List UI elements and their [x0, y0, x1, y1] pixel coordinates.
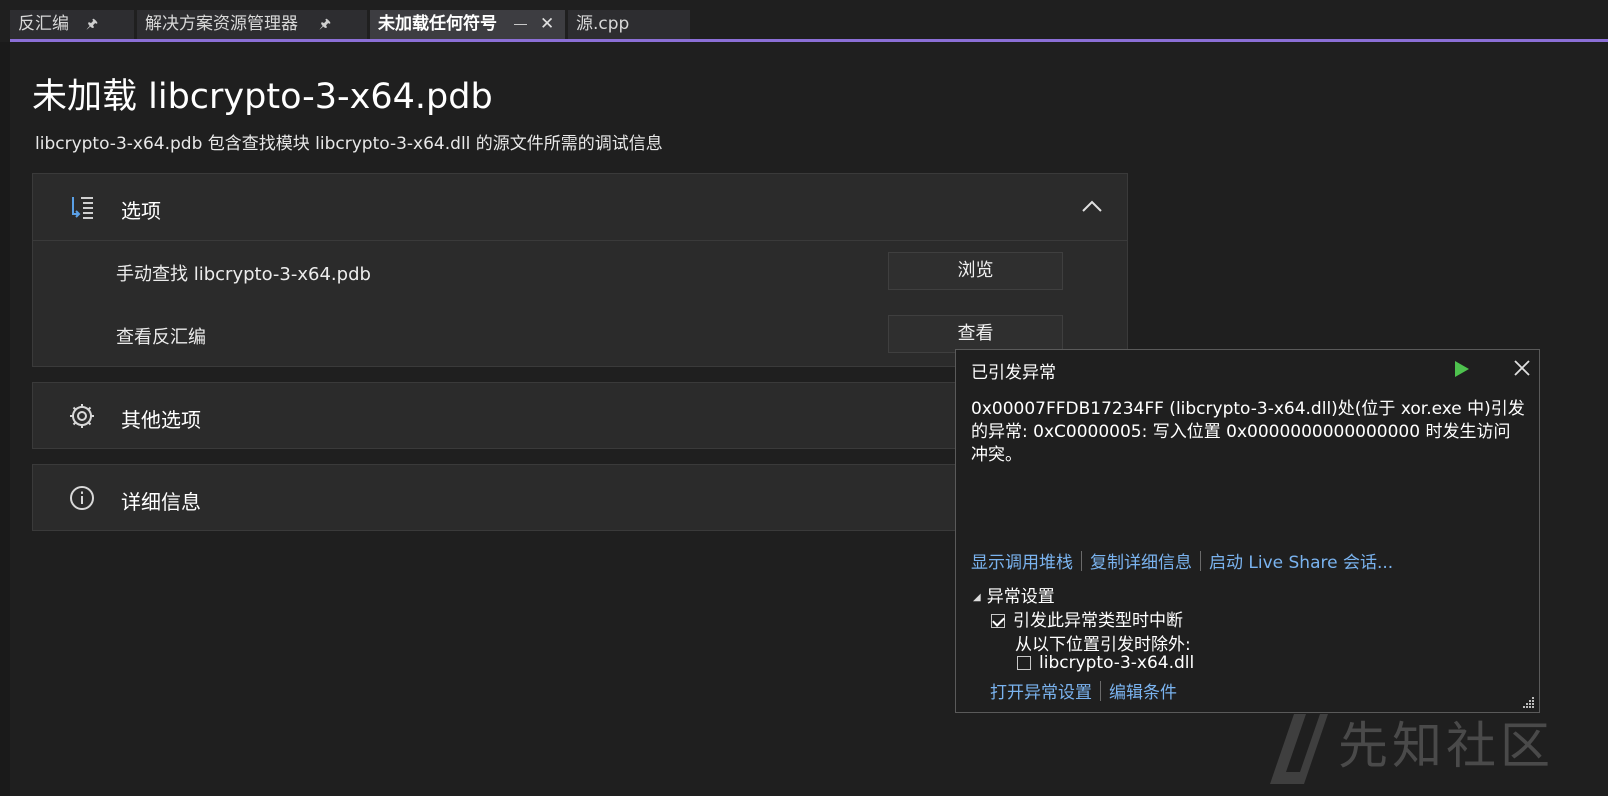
left-edge — [0, 42, 10, 796]
view-disassembly-label: 查看反汇编 — [116, 327, 206, 348]
document-tab-strip: 反汇编 🖈︎ 解决方案资源管理器 🖈︎ 未加载任何符号 ― ✕ 源.cpp — [0, 0, 1608, 41]
pin-icon[interactable]: 🖈︎ — [86, 10, 98, 39]
continue-play-icon[interactable] — [1454, 360, 1470, 378]
options-label: 选项 — [121, 199, 161, 223]
page-description: libcrypto-3-x64.pdb 包含查找模块 libcrypto-3-x… — [35, 134, 663, 154]
divider — [1081, 551, 1082, 571]
exception-actions: 显示调用堆栈 复制详细信息 启动 Live Share 会话... — [971, 548, 1393, 573]
copy-details-link[interactable]: 复制详细信息 — [1090, 553, 1192, 573]
tab-label: 解决方案资源管理器 — [145, 14, 298, 34]
watermark-text: 先知社区 — [1338, 717, 1554, 775]
manual-find-label: 手动查找 libcrypto-3-x64.pdb — [116, 264, 371, 285]
open-exception-settings-link[interactable]: 打开异常设置 — [990, 683, 1092, 703]
start-live-share-link[interactable]: 启动 Live Share 会话... — [1209, 553, 1393, 573]
tab-label: 未加载任何符号 — [378, 14, 497, 34]
tab-disassembly[interactable]: 反汇编 🖈︎ — [10, 10, 134, 39]
exception-settings-actions: 打开异常设置 编辑条件 — [990, 678, 1177, 703]
tab-no-symbols-loaded[interactable]: 未加载任何符号 ― ✕ — [370, 10, 565, 39]
exception-title: 已引发异常 — [971, 363, 1056, 383]
module-exception-row[interactable]: libcrypto-3-x64.dll — [1017, 653, 1194, 673]
exception-settings-header[interactable]: ◢ 异常设置 — [973, 582, 1055, 607]
options-panel: 选项 手动查找 libcrypto-3-x64.pdb 浏览 查看反汇编 查看 — [32, 173, 1128, 367]
pin-icon[interactable]: ― — [514, 10, 527, 39]
view-button[interactable]: 查看 — [888, 315, 1063, 353]
browse-button[interactable]: 浏览 — [888, 252, 1063, 290]
break-on-type-label: 引发此异常类型时中断 — [1013, 611, 1183, 631]
watermark-logo-icon — [1270, 714, 1328, 784]
edit-conditions-link[interactable]: 编辑条件 — [1109, 683, 1177, 703]
watermark: 先知社区 — [1262, 700, 1608, 796]
info-icon — [70, 486, 94, 510]
except-from-label: 从以下位置引发时除外: — [1015, 635, 1191, 655]
gear-icon — [70, 404, 94, 428]
tab-source-cpp[interactable]: 源.cpp — [568, 10, 690, 39]
close-icon[interactable] — [1512, 358, 1532, 378]
exception-helper-popup: 已引发异常 0x00007FFDB17234FF (libcrypto-3-x6… — [955, 349, 1540, 713]
pin-icon[interactable]: 🖈︎ — [319, 10, 331, 39]
options-header[interactable]: 选项 — [33, 174, 1127, 240]
options-list-icon — [72, 197, 93, 219]
tab-solution-explorer[interactable]: 解决方案资源管理器 🖈︎ — [137, 10, 367, 39]
page-title: 未加载 libcrypto-3-x64.pdb — [32, 77, 493, 117]
module-exception-checkbox[interactable] — [1017, 656, 1031, 670]
tab-label: 源.cpp — [576, 14, 630, 34]
divider — [1100, 681, 1101, 701]
tab-label: 反汇编 — [18, 14, 69, 34]
collapse-triangle-icon[interactable]: ◢ — [973, 592, 981, 603]
active-tab-accent-line — [10, 39, 1608, 42]
break-on-type-checkbox[interactable] — [991, 614, 1005, 628]
divider — [1200, 551, 1201, 571]
chevron-up-icon[interactable] — [1081, 198, 1103, 214]
show-call-stack-link[interactable]: 显示调用堆栈 — [971, 553, 1073, 573]
module-exception-label: libcrypto-3-x64.dll — [1039, 653, 1195, 673]
exception-message: 0x00007FFDB17234FF (libcrypto-3-x64.dll)… — [971, 399, 1525, 465]
close-icon[interactable]: ✕ — [540, 10, 554, 39]
other-options-label: 其他选项 — [121, 408, 201, 432]
break-on-type-row[interactable]: 引发此异常类型时中断 — [991, 606, 1183, 631]
divider — [33, 240, 1127, 241]
details-label: 详细信息 — [121, 490, 201, 514]
exception-settings-label: 异常设置 — [986, 587, 1055, 607]
